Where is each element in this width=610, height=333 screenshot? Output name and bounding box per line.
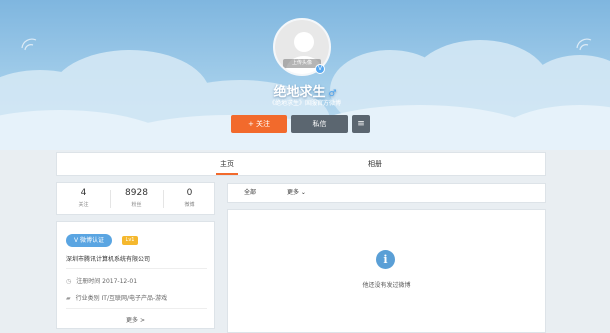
- tab-album[interactable]: 相册: [360, 153, 390, 175]
- more-menu-button[interactable]: ≡: [352, 115, 370, 133]
- message-button[interactable]: 私信: [291, 115, 348, 133]
- tab-home[interactable]: 主页: [212, 153, 242, 175]
- briefcase-icon: ▰: [66, 295, 71, 302]
- verified-company: 深圳市腾讯计算机系统有限公司: [66, 256, 151, 263]
- register-time-row: ◷ 注册时间 2017-12-01: [66, 276, 137, 285]
- empty-feed-message: 他还没有发过微博: [362, 282, 411, 289]
- stat-fans[interactable]: 8928 粉丝: [110, 188, 163, 208]
- follow-button[interactable]: + 关注: [231, 115, 287, 133]
- register-time-text: 注册时间 2017-12-01: [76, 278, 138, 285]
- divider: [66, 308, 207, 309]
- stat-following[interactable]: 4 关注: [57, 188, 110, 208]
- stat-posts[interactable]: 0 微博: [163, 188, 216, 208]
- stat-fans-label: 粉丝: [131, 202, 142, 208]
- feed-panel: i 他还没有发过微博: [227, 209, 546, 333]
- level-badge[interactable]: Lv1: [122, 236, 138, 245]
- industry-row: ▰ 行业类别 IT/互联网/电子产品-游戏: [66, 293, 167, 302]
- more-info-link[interactable]: 更多 >: [57, 315, 214, 324]
- weibo-verified-badge[interactable]: V 微博认证: [66, 234, 112, 247]
- stats-panel: 4 关注 8928 粉丝 0 微博: [56, 182, 215, 215]
- stat-fans-value: 8928: [125, 188, 148, 198]
- stat-following-label: 关注: [78, 202, 89, 208]
- profile-subtitle: 《绝地求生》国服官方微博: [268, 100, 341, 107]
- filter-all[interactable]: 全部: [244, 184, 256, 202]
- filter-more-dropdown[interactable]: 更多 ⌄: [287, 184, 306, 202]
- stat-following-value: 4: [80, 188, 87, 198]
- stat-posts-value: 0: [186, 188, 193, 198]
- verified-v-icon: V: [315, 64, 325, 74]
- profile-tabs: 主页 相册: [56, 152, 546, 176]
- stat-posts-label: 微博: [184, 202, 195, 208]
- feed-filter-bar: 全部 更多 ⌄: [227, 183, 546, 203]
- clock-icon: ◷: [66, 278, 72, 285]
- industry-text: 行业类别 IT/互联网/电子产品-游戏: [75, 295, 168, 302]
- divider: [66, 268, 207, 269]
- info-icon: i: [376, 250, 395, 269]
- profile-info-panel: V 微博认证 Lv1 深圳市腾讯计算机系统有限公司 ◷ 注册时间 2017-12-…: [56, 221, 215, 329]
- weibo-verified-label: 微博认证: [80, 237, 105, 244]
